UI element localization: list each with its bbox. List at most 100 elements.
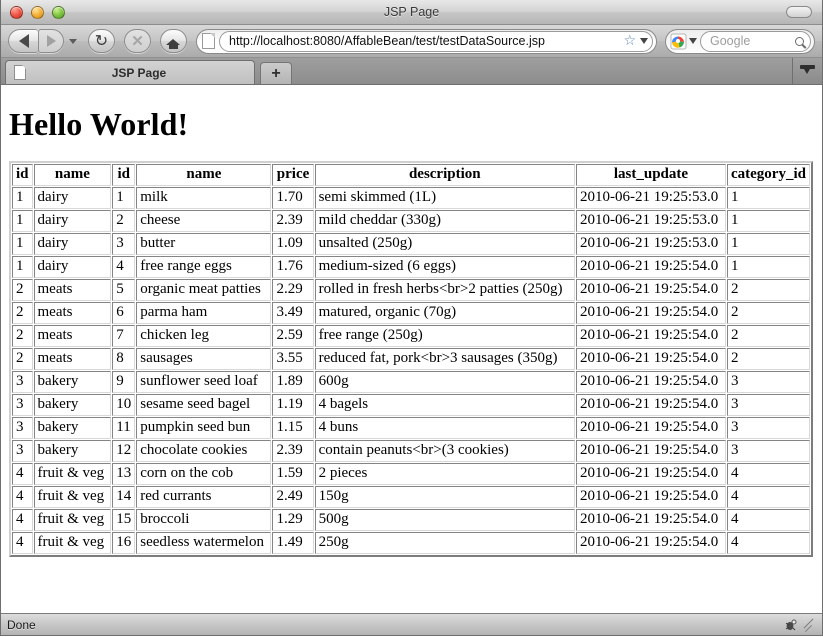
table-cell: dairy <box>34 187 112 209</box>
table-cell: 2 <box>727 302 810 324</box>
table-cell: butter <box>136 233 271 255</box>
window-title: JSP Page <box>1 5 822 19</box>
tab-list-button[interactable] <box>792 58 822 84</box>
table-cell: 4 bagels <box>315 394 575 416</box>
table-row: 3bakery10sesame seed bagel1.194 bagels20… <box>12 394 810 416</box>
close-icon: ✕ <box>131 34 144 49</box>
table-cell: 3 <box>727 440 810 462</box>
table-row: 1dairy1milk1.70semi skimmed (1L)2010-06-… <box>12 187 810 209</box>
table-cell: bakery <box>34 371 112 393</box>
search-bar[interactable]: Google <box>665 29 815 54</box>
table-cell: 2010-06-21 19:25:53.0 <box>576 233 726 255</box>
table-cell: 7 <box>112 325 135 347</box>
minimize-window-button[interactable] <box>31 6 44 19</box>
table-cell: 2 <box>727 279 810 301</box>
chevron-down-icon[interactable] <box>640 38 648 44</box>
table-cell: mild cheddar (330g) <box>315 210 575 232</box>
table-cell: fruit & veg <box>34 532 112 554</box>
column-header-4: price <box>272 164 313 186</box>
table-cell: broccoli <box>136 509 271 531</box>
table-cell: 11 <box>112 417 135 439</box>
table-cell: 2.39 <box>272 440 313 462</box>
resize-grip[interactable] <box>802 618 816 632</box>
table-cell: 2010-06-21 19:25:53.0 <box>576 210 726 232</box>
back-button[interactable] <box>8 29 38 53</box>
table-cell: 1.49 <box>272 532 313 554</box>
table-cell: 3 <box>727 394 810 416</box>
browser-window: JSP Page ↻ ✕ http://localhost:8080/Affab… <box>0 0 823 636</box>
table-cell: chocolate cookies <box>136 440 271 462</box>
table-cell: bakery <box>34 440 112 462</box>
url-text: http://localhost:8080/AffableBean/test/t… <box>229 34 619 48</box>
table-cell: 2010-06-21 19:25:54.0 <box>576 256 726 278</box>
address-bar[interactable]: http://localhost:8080/AffableBean/test/t… <box>196 29 657 54</box>
table-row: 3 bakery12chocolate cookies2.39contain pe… <box>12 440 810 462</box>
table-cell: 1.29 <box>272 509 313 531</box>
bookmark-star-icon[interactable]: ☆ <box>623 34 636 48</box>
home-button[interactable] <box>160 29 187 53</box>
table-cell: 2010-06-21 19:25:54.0 <box>576 325 726 347</box>
table-cell: 250g <box>315 532 575 554</box>
table-cell: 8 <box>112 348 135 370</box>
data-table: idnameidnamepricedescriptionlast_updatec… <box>9 161 813 557</box>
chevron-down-icon[interactable] <box>69 39 77 44</box>
table-row: 4fruit & veg15broccoli1.29500g2010-06-21… <box>12 509 810 531</box>
table-cell: fruit & veg <box>34 486 112 508</box>
page-title: Hello World! <box>9 106 814 143</box>
google-icon[interactable] <box>670 33 687 50</box>
close-window-button[interactable] <box>10 6 23 19</box>
table-cell: 1 <box>12 187 33 209</box>
window-controls <box>1 6 65 19</box>
table-cell: 150g <box>315 486 575 508</box>
arrow-right-icon <box>47 35 56 47</box>
table-cell: 2 <box>12 348 33 370</box>
table-cell: meats <box>34 302 112 324</box>
search-input[interactable]: Google <box>700 31 811 52</box>
firebug-icon[interactable] <box>784 618 798 632</box>
table-cell: 2010-06-21 19:25:54.0 <box>576 463 726 485</box>
column-header-7: category_id <box>727 164 810 186</box>
table-cell: sausages <box>136 348 271 370</box>
table-cell: 2010-06-21 19:25:53.0 <box>576 187 726 209</box>
table-cell: 4 <box>727 532 810 554</box>
reload-button[interactable]: ↻ <box>88 29 115 53</box>
table-row: 1dairy3butter1.09unsalted (250g)2010-06-… <box>12 233 810 255</box>
table-row: 4fruit & veg13corn on the cob1.592 piece… <box>12 463 810 485</box>
chevron-down-icon[interactable] <box>689 38 697 44</box>
table-row: 4fruit & veg16seedless watermelon1.49250… <box>12 532 810 554</box>
column-header-5: description <box>315 164 575 186</box>
table-cell: dairy <box>34 256 112 278</box>
zoom-window-button[interactable] <box>52 6 65 19</box>
new-tab-button[interactable]: + <box>260 62 292 84</box>
search-icon[interactable] <box>795 37 804 46</box>
tab-bar: JSP Page + <box>1 58 822 85</box>
table-cell: fruit & veg <box>34 509 112 531</box>
search-placeholder: Google <box>710 34 791 48</box>
table-cell: free range eggs <box>136 256 271 278</box>
table-cell: 500g <box>315 509 575 531</box>
tab-jsp-page[interactable]: JSP Page <box>5 60 255 84</box>
status-bar: Done <box>1 613 822 635</box>
stop-button[interactable]: ✕ <box>124 29 151 53</box>
table-cell: 1 <box>727 233 810 255</box>
table-cell: 6 <box>112 302 135 324</box>
table-cell: rolled in fresh herbs<br>2 patties (250g… <box>315 279 575 301</box>
table-row: 3bakery11pumpkin seed bun1.154 buns2010-… <box>12 417 810 439</box>
table-cell: 1.59 <box>272 463 313 485</box>
toolbar-toggle-button[interactable] <box>786 6 812 18</box>
table-cell: 14 <box>112 486 135 508</box>
table-cell: 1.19 <box>272 394 313 416</box>
url-input[interactable]: http://localhost:8080/AffableBean/test/t… <box>219 31 653 52</box>
table-cell: milk <box>136 187 271 209</box>
table-cell: red currants <box>136 486 271 508</box>
table-row: 2meats8sausages3.55reduced fat, pork<br>… <box>12 348 810 370</box>
table-cell: 10 <box>112 394 135 416</box>
column-header-2: id <box>112 164 135 186</box>
table-cell: contain peanuts<br>(3 cookies) <box>315 440 575 462</box>
forward-button[interactable] <box>38 29 64 53</box>
table-cell: 2010-06-21 19:25:54.0 <box>576 279 726 301</box>
table-cell: sesame seed bagel <box>136 394 271 416</box>
table-cell: 12 <box>112 440 135 462</box>
table-cell: 1 <box>12 256 33 278</box>
table-cell: 2 pieces <box>315 463 575 485</box>
